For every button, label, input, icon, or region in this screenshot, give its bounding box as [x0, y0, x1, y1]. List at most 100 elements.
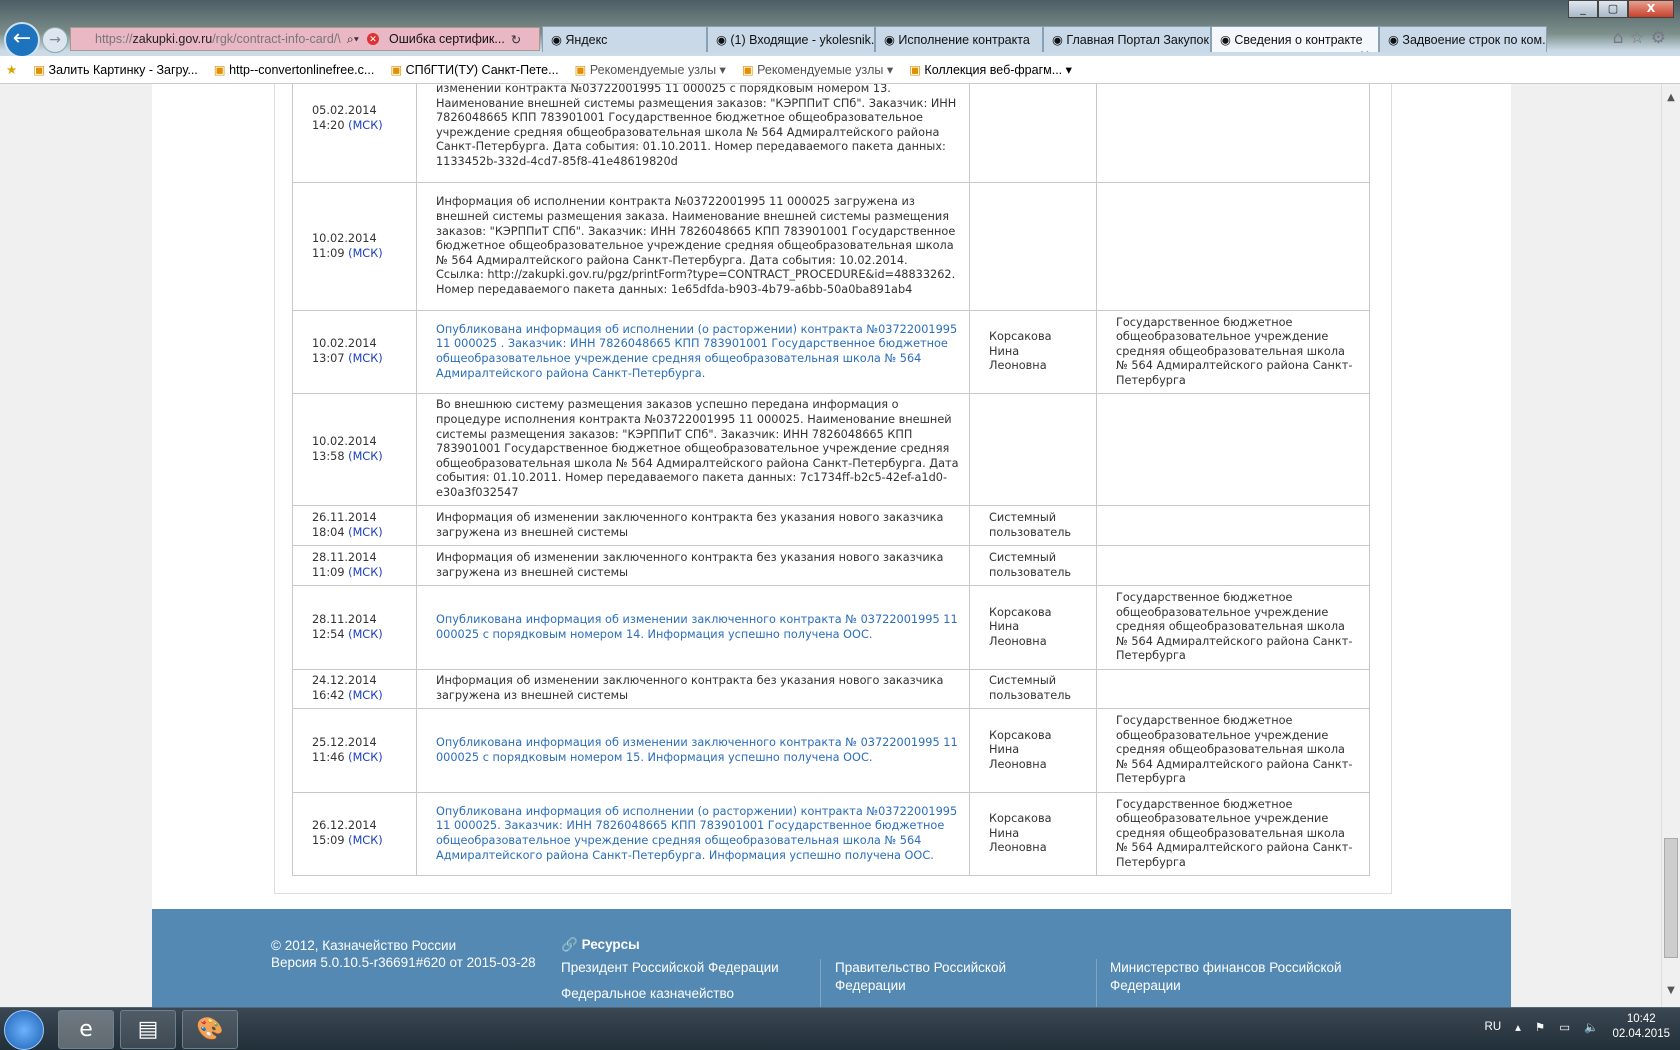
clock[interactable]: 10:42 02.04.2015	[1612, 1012, 1670, 1042]
home-icon[interactable]: ⌂	[1613, 28, 1630, 48]
minimize-button[interactable]: _	[1568, 0, 1598, 18]
scroll-up-icon[interactable]: ▲	[1662, 92, 1680, 110]
favorite-icon: ▣	[574, 63, 590, 77]
date-cell: 05.02.2014 14:20 (МСК)	[292, 84, 417, 183]
footer-link[interactable]: Правительство Российской Федерации	[835, 959, 1035, 995]
ie-taskbar-icon[interactable]: e	[58, 1010, 114, 1049]
event-description: Во внешнюю систему размещения заказов ус…	[416, 84, 970, 183]
event-description: Информация об изменении заключенного кон…	[416, 545, 970, 586]
cert-error-icon: ✕	[366, 33, 379, 45]
date-cell: 24.12.2014 16:42 (МСК)	[292, 669, 417, 709]
scroll-down-icon[interactable]: ▼	[1662, 985, 1680, 1003]
date-cell: 10.02.2014 11:09 (МСК)	[292, 182, 417, 311]
favorites-bar: ★ ▣ Залить Картинку - Загру... ▣ http--co…	[0, 56, 1680, 84]
page-background-right	[1511, 84, 1661, 1007]
tab-favicon-icon: ◉	[1052, 33, 1067, 47]
scrollbar-thumb[interactable]	[1664, 838, 1678, 958]
browser-tab[interactable]: ◉ Сведения о контракте✕	[1211, 26, 1379, 52]
close-tab-icon[interactable]: ✕	[1360, 47, 1370, 52]
paint-taskbar-icon[interactable]: 🎨	[182, 1010, 238, 1049]
date-cell: 28.11.2014 12:54 (МСК)	[292, 585, 417, 670]
tray-arrow-icon[interactable]: ▴	[1515, 1020, 1521, 1034]
start-button[interactable]	[4, 1010, 44, 1050]
timezone-label: (МСК)	[348, 627, 383, 641]
back-button[interactable]: ←	[4, 22, 40, 58]
copyright: © 2012, Казначейство России	[271, 938, 457, 953]
clock-date: 02.04.2015	[1612, 1028, 1670, 1040]
event-date: 05.02.2014	[312, 103, 377, 117]
table-row: 28.11.2014 11:09 (МСК) Информация об измен…	[292, 545, 1370, 586]
browser-tab[interactable]: ◉ Задвоение строк по ком...	[1379, 26, 1547, 52]
maximize-button[interactable]: ▢	[1598, 0, 1628, 18]
date-cell: 26.12.2014 15:09 (МСК)	[292, 792, 417, 876]
favorites-star-icon[interactable]: ☆	[1630, 28, 1651, 48]
event-description: Информация об исполнении контракта №0372…	[416, 182, 970, 311]
flag-icon[interactable]: ⚑	[1535, 1020, 1545, 1034]
event-user: Корсакова Нина Леоновна	[969, 310, 1097, 394]
event-time: 11:46	[312, 750, 345, 764]
url-prefix: https://	[95, 32, 133, 46]
clock-time: 10:42	[1626, 1013, 1656, 1025]
event-time: 12:54	[312, 627, 345, 641]
explorer-taskbar-icon[interactable]: ▤	[120, 1010, 176, 1049]
favorites-star-icon[interactable]: ★	[6, 62, 17, 77]
volume-icon[interactable]: 🔈	[1584, 1020, 1598, 1034]
event-user: Корсакова Нина Леоновна	[969, 585, 1097, 670]
event-date: 24.12.2014	[312, 674, 377, 688]
footer-link[interactable]: Президент Российской Федерации	[561, 959, 801, 977]
event-description: Информация об изменении заключенного кон…	[416, 505, 970, 546]
favorite-item[interactable]: ▣ Рекомендуемые узлы ▾	[742, 62, 893, 77]
event-organization: Государственное бюджетное общеобразовате…	[1096, 310, 1370, 394]
event-organization: Государственное бюджетное общеобразовате…	[1096, 708, 1370, 793]
table-row: 25.12.2014 11:46 (МСК) Опубликована информ…	[292, 708, 1370, 793]
gear-icon[interactable]: ⚙	[1651, 28, 1672, 48]
close-window-button[interactable]: X	[1628, 0, 1674, 18]
network-icon[interactable]: ▭	[1559, 1020, 1570, 1034]
search-icon[interactable]: ⌕▾	[347, 32, 359, 47]
favorite-item[interactable]: ▣ Коллекция веб-фрагм... ▾	[909, 62, 1072, 77]
date-cell: 26.11.2014 18:04 (МСК)	[292, 505, 417, 546]
footer-link[interactable]: Федеральное казначейство	[561, 985, 801, 1003]
favorite-item[interactable]: ▣ Рекомендуемые узлы ▾	[575, 62, 726, 77]
event-time: 16:42	[312, 689, 345, 702]
event-date: 28.11.2014	[312, 612, 377, 626]
event-description[interactable]: Опубликована информация об исполнении (о…	[416, 792, 970, 876]
event-time: 13:07	[312, 352, 345, 365]
event-date: 26.11.2014	[312, 510, 377, 524]
footer-link[interactable]: Министерство финансов Российской Федерац…	[1110, 959, 1360, 995]
favorite-item[interactable]: ▣ СПбГТИ(ТУ) Санкт-Пете...	[390, 62, 558, 77]
table-row: 10.02.2014 13:58 (МСК) Во внешнюю систему …	[292, 393, 1370, 506]
refresh-icon[interactable]: ↻	[511, 32, 521, 47]
event-description[interactable]: Опубликована информация об исполнении (о…	[416, 310, 970, 394]
event-time: 15:09	[312, 834, 345, 847]
event-time: 18:04	[312, 525, 345, 539]
tab-label: Сведения о контракте	[1234, 33, 1363, 47]
timezone-label: (МСК)	[348, 525, 383, 539]
tab-strip: ◉ Яндекс ◉ (1) Входящие - ykolesnik... ◉ И…	[542, 26, 1547, 52]
table-row: 26.12.2014 15:09 (МСК) Опубликована информ…	[292, 792, 1370, 876]
cert-error-label[interactable]: Ошибка сертифик...	[389, 32, 505, 46]
event-organization	[1096, 182, 1370, 311]
favorite-item[interactable]: ▣ http--convertonlinefree.c...	[214, 62, 375, 77]
vertical-scrollbar[interactable]: ▲ ▼	[1661, 84, 1680, 1007]
favorite-icon: ▣	[741, 63, 758, 77]
event-date: 10.02.2014	[312, 231, 377, 245]
forward-button[interactable]: →	[42, 27, 68, 53]
table-row: 10.02.2014 11:09 (МСК) Информация об испол…	[292, 182, 1370, 311]
browser-tab[interactable]: ◉ Главная Портал Закупок	[1043, 26, 1211, 52]
event-description[interactable]: Опубликована информация об изменении зак…	[416, 708, 970, 793]
table-row: 10.02.2014 13:07 (МСК) Опубликована информ…	[292, 310, 1370, 394]
events-table: 05.02.201414:20 (МСК)Во внешнюю систему …	[292, 84, 1370, 876]
language-indicator[interactable]: RU	[1485, 1021, 1502, 1033]
favorite-item[interactable]: ▣ Залить Картинку - Загру...	[33, 62, 198, 77]
browser-tab[interactable]: ◉ Яндекс	[542, 26, 707, 52]
event-description[interactable]: Опубликована информация об изменении зак…	[416, 585, 970, 670]
event-description: Информация об изменении заключенного кон…	[416, 669, 970, 709]
event-organization	[1096, 393, 1370, 506]
timezone-label: (МСК)	[348, 246, 383, 260]
tab-label: (1) Входящие - ykolesnik...	[730, 33, 875, 47]
event-organization	[1096, 545, 1370, 586]
address-bar[interactable]: https://zakupki.gov.ru/rgk/contract-info…	[70, 27, 540, 51]
browser-tab[interactable]: ◉ Исполнение контракта	[875, 26, 1043, 52]
browser-tab[interactable]: ◉ (1) Входящие - ykolesnik...	[707, 26, 875, 52]
